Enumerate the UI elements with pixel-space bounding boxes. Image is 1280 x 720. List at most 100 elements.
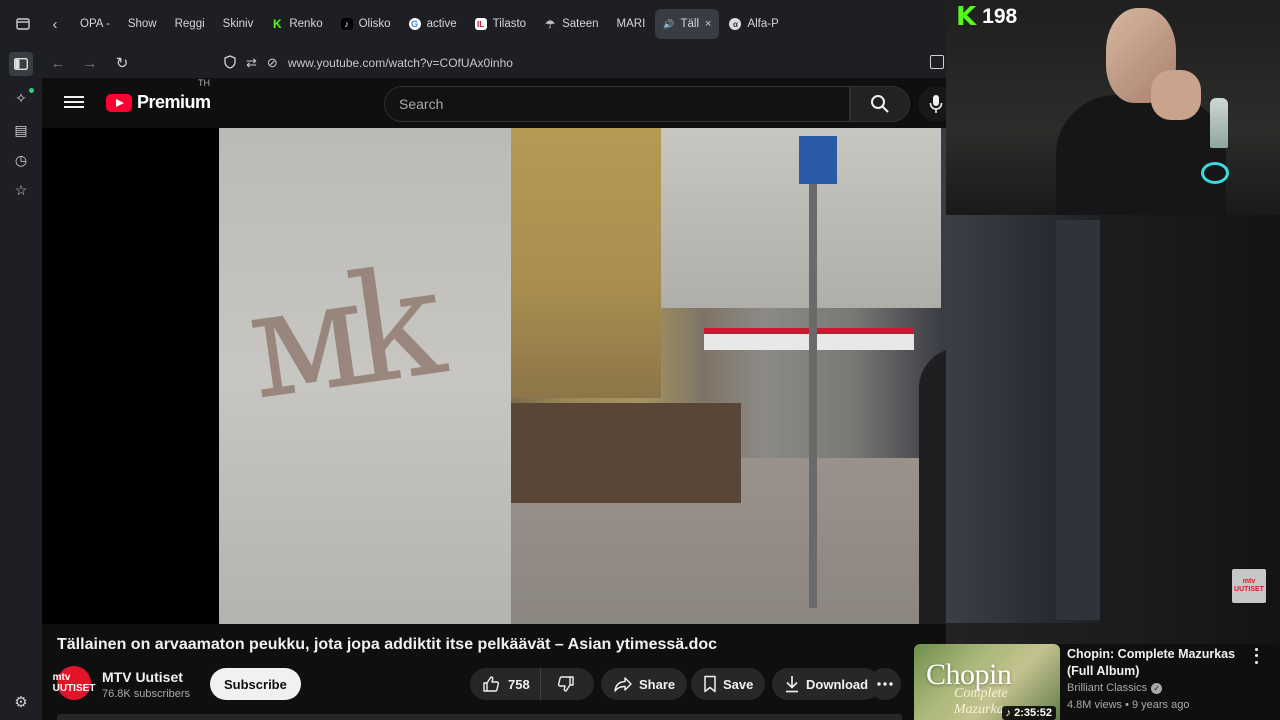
browser-sidebar: ✧ ▤ ◷ ☆ bbox=[0, 48, 42, 720]
webcam-bottle bbox=[1210, 98, 1228, 148]
iltalehti-icon: IL bbox=[474, 18, 487, 30]
duration-badge: ♪ 2:35:52 bbox=[1001, 706, 1056, 720]
download-icon bbox=[786, 676, 798, 693]
recommended-thumbnail[interactable]: Chopin Complete Mazurkas ♪ 2:35:52 bbox=[914, 644, 1060, 720]
channel-avatar[interactable]: mtv UUTISET bbox=[53, 666, 95, 700]
youtube-play-icon bbox=[106, 93, 132, 112]
video-scene-pole bbox=[809, 148, 817, 608]
search-box[interactable] bbox=[384, 86, 850, 122]
tracking-blocked-icon[interactable]: ⊘ bbox=[267, 55, 278, 71]
google-icon: G bbox=[408, 18, 421, 30]
microphone-icon bbox=[929, 95, 943, 113]
recommended-channel[interactable]: Brilliant Classics ✓ bbox=[1067, 682, 1163, 694]
notification-dot bbox=[29, 88, 34, 93]
sidebar-panel-toggle-icon[interactable] bbox=[9, 52, 33, 76]
webcam-person-body bbox=[1056, 95, 1226, 215]
browser-tab[interactable]: ♪ Olisko bbox=[333, 9, 399, 39]
url-field[interactable]: ⇄ ⊘ www.youtube.com/watch?v=COfUAx0inho bbox=[224, 50, 513, 76]
browser-tab[interactable]: ▶OPA - bbox=[42, 9, 946, 720]
browser-tab[interactable]: ▶Reggi bbox=[42, 9, 946, 720]
browser-tab[interactable]: α Alfa-P bbox=[721, 9, 786, 39]
download-label: Download bbox=[806, 676, 869, 692]
channel-row: mtv UUTISET MTV Uutiset 76.8K subscriber… bbox=[53, 666, 937, 706]
download-button[interactable]: Download bbox=[772, 668, 881, 700]
share-arrow-icon bbox=[614, 677, 632, 692]
search-button[interactable] bbox=[850, 86, 910, 122]
video-scene-wall: ᴍk bbox=[219, 128, 511, 624]
browser-tab[interactable]: ▶🔊Täll× bbox=[42, 9, 946, 720]
more-horizontal-icon bbox=[877, 682, 893, 686]
subscriber-count: 76.8K subscribers bbox=[102, 688, 191, 700]
webcam-overlay: K 198 bbox=[946, 0, 1280, 215]
kick-icon: K bbox=[273, 17, 282, 31]
channel-name[interactable]: MTV Uutiset bbox=[102, 669, 183, 685]
search-input[interactable] bbox=[399, 96, 849, 112]
save-button[interactable]: Save bbox=[691, 668, 766, 700]
address-bar: ← → ↻ ⇄ ⊘ www.youtube.com/watch?v=COfUAx… bbox=[42, 48, 946, 78]
like-button[interactable]: 758 bbox=[470, 668, 541, 700]
browser-tab[interactable]: ▶MARI bbox=[42, 9, 946, 720]
browser-tab[interactable]: Gactive bbox=[401, 9, 465, 39]
shield-icon[interactable] bbox=[224, 54, 236, 72]
back-button[interactable]: ← bbox=[42, 49, 74, 77]
recommended-title[interactable]: Chopin: Complete Mazurkas (Full Album) bbox=[1067, 646, 1237, 680]
video-frame[interactable]: ᴍk bbox=[219, 128, 946, 624]
youtube-premium-logo[interactable]: Premium bbox=[106, 92, 211, 113]
video-title: Tällainen on arvaamaton peukku, jota jop… bbox=[57, 636, 718, 653]
webcam-ring-light bbox=[1201, 162, 1229, 184]
subscribe-button[interactable]: Subscribe bbox=[210, 668, 301, 700]
url-text[interactable]: www.youtube.com/watch?v=COfUAx0inho bbox=[288, 56, 513, 70]
video-scene-traffic-sign bbox=[799, 136, 837, 184]
audio-playing-icon[interactable]: 🔊 bbox=[663, 19, 674, 30]
more-actions-button[interactable] bbox=[869, 668, 901, 700]
video-player[interactable]: ᴍk bbox=[42, 128, 946, 624]
thumbs-down-icon bbox=[557, 676, 574, 692]
browser-tab-label: Olisko bbox=[358, 18, 391, 30]
dislike-button[interactable] bbox=[547, 668, 585, 700]
video-scene-right-building bbox=[1056, 220, 1100, 620]
search-icon bbox=[871, 95, 889, 113]
recommended-video[interactable]: Chopin Complete Mazurkas ♪ 2:35:52 Chopi… bbox=[914, 644, 1280, 720]
browser-tab-strip: ‹ ▶OPA -▶Show▶Reggi▶SkinivK Renko ♪ Olisko G… bbox=[0, 0, 946, 720]
browser-tab[interactable]: ▶Skiniv bbox=[42, 9, 946, 720]
recommended-more-icon[interactable] bbox=[1250, 646, 1262, 666]
tab-manager-icon[interactable] bbox=[8, 9, 38, 39]
browser-tab[interactable]: ▶Show bbox=[42, 9, 946, 720]
save-label: Save bbox=[723, 676, 754, 692]
browser-tab[interactable]: K Renko bbox=[263, 9, 330, 39]
forward-button[interactable]: → bbox=[74, 49, 106, 77]
reload-button[interactable]: ↻ bbox=[106, 49, 138, 77]
screen: ‹ ▶OPA -▶Show▶Reggi▶SkinivKRenko♪OliskoG… bbox=[0, 0, 1280, 720]
screenshot-icon[interactable] bbox=[930, 55, 944, 69]
kick-logo-icon: K bbox=[956, 2, 977, 32]
site-permissions-icon[interactable]: ⇄ bbox=[246, 55, 257, 71]
verified-check-icon: ✓ bbox=[1151, 682, 1163, 694]
browser-tab[interactable]: IL Tilasto bbox=[467, 9, 534, 39]
settings-gear-icon[interactable]: ⚙ bbox=[11, 692, 31, 712]
description-box[interactable] bbox=[57, 714, 902, 720]
browser-tab-label: Täll bbox=[680, 18, 700, 30]
webcam-person-hand bbox=[1151, 70, 1201, 120]
reading-list-icon[interactable]: ▤ bbox=[9, 118, 33, 142]
tab-close-icon[interactable]: × bbox=[705, 18, 711, 30]
recommended-channel-name: Brilliant Classics bbox=[1067, 682, 1148, 694]
video-scene-yellow-building bbox=[511, 128, 661, 398]
browser-tab-label: Tilasto bbox=[492, 18, 527, 30]
weather-icon: ☂ bbox=[545, 18, 555, 31]
history-icon[interactable]: ◷ bbox=[9, 148, 33, 172]
hamburger-menu-icon[interactable] bbox=[64, 93, 84, 113]
bookmark-icon bbox=[704, 675, 716, 693]
share-button[interactable]: Share bbox=[601, 668, 688, 700]
alfa-icon: α bbox=[729, 18, 742, 30]
duration-text: 2:35:52 bbox=[1014, 707, 1052, 719]
bookmarks-star-icon[interactable]: ☆ bbox=[9, 178, 33, 202]
browser-tab[interactable]: ☂ Sateen bbox=[536, 9, 606, 39]
tabs-scroll-left-icon[interactable]: ‹ bbox=[40, 9, 70, 39]
country-code: TH bbox=[198, 78, 210, 88]
youtube-page: Premium TH Search ᴍk Tällainen on arvaam… bbox=[42, 78, 954, 720]
video-scene-person bbox=[919, 348, 946, 624]
video-scene-planter bbox=[511, 403, 741, 503]
like-dislike-group: 758 bbox=[470, 668, 594, 700]
thumbs-up-icon bbox=[483, 676, 500, 692]
browser-tab-label: Sateen bbox=[562, 18, 599, 30]
